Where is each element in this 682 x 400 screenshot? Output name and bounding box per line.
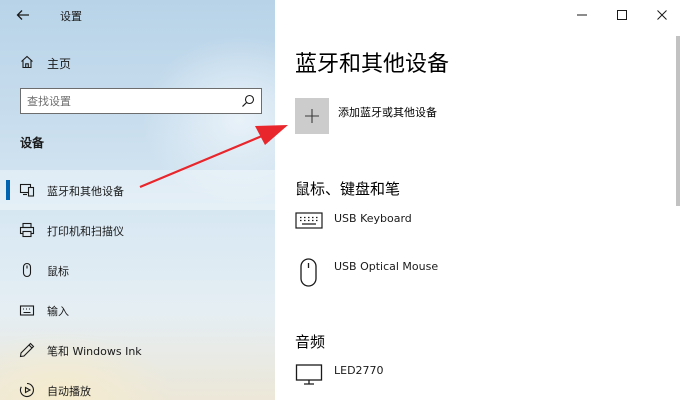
bluetooth-devices-icon — [19, 183, 35, 197]
pen-icon — [19, 342, 35, 358]
window-controls — [562, 0, 682, 30]
back-button[interactable] — [12, 4, 34, 26]
maximize-button[interactable] — [602, 0, 642, 30]
search-icon[interactable] — [241, 94, 255, 108]
nav-item-typing[interactable]: 输入 — [0, 290, 275, 330]
app-title: 设置 — [60, 10, 82, 23]
minimize-icon — [577, 14, 587, 16]
home-icon — [21, 55, 33, 69]
nav-item-label: 输入 — [47, 305, 69, 318]
nav-item-label: 鼠标 — [47, 265, 69, 278]
home-label: 主页 — [47, 57, 72, 71]
keyboard-icon — [295, 212, 323, 229]
nav-item-label: 打印机和扫描仪 — [47, 225, 124, 238]
devices-section-heading: 设备 — [20, 136, 45, 150]
search-box[interactable] — [20, 88, 262, 114]
device-usb-keyboard[interactable]: USB Keyboard — [295, 210, 655, 244]
device-name: LED2770 — [334, 364, 384, 377]
device-name: USB Optical Mouse — [334, 260, 439, 273]
mouse-keyboard-pen-heading: 鼠标、键盘和笔 — [295, 180, 401, 198]
scrollbar[interactable] — [676, 36, 680, 206]
maximize-icon — [617, 10, 627, 20]
device-name: USB Keyboard — [334, 212, 412, 225]
bluetooth-devices-page: 蓝牙和其他设备 添加蓝牙或其他设备 鼠标、键盘和笔 USB Keyboard U… — [275, 0, 682, 400]
printer-icon — [19, 222, 35, 238]
page-title: 蓝牙和其他设备 — [295, 52, 450, 77]
nav-item-label: 笔和 Windows Ink — [47, 345, 142, 358]
nav-item-bluetooth[interactable]: 蓝牙和其他设备 — [0, 170, 275, 210]
close-button[interactable] — [642, 0, 682, 30]
home-nav-item[interactable]: 主页 — [0, 50, 275, 74]
monitor-icon — [295, 364, 323, 385]
add-device-button[interactable]: 添加蓝牙或其他设备 — [295, 98, 595, 136]
keyboard-icon — [19, 305, 35, 316]
device-usb-optical-mouse[interactable]: USB Optical Mouse — [295, 258, 655, 292]
settings-nav-pane: 设置 主页 设备 蓝牙和其他设备 — [0, 0, 275, 400]
nav-item-pen[interactable]: 笔和 Windows Ink — [0, 330, 275, 370]
add-device-label: 添加蓝牙或其他设备 — [338, 106, 437, 119]
plus-icon — [305, 109, 319, 123]
nav-item-mouse[interactable]: 鼠标 — [0, 250, 275, 290]
autoplay-icon — [19, 382, 34, 397]
nav-item-autoplay[interactable]: 自动播放 — [0, 370, 275, 400]
nav-item-printers[interactable]: 打印机和扫描仪 — [0, 210, 275, 250]
minimize-button[interactable] — [562, 0, 602, 30]
device-led2770[interactable]: LED2770 — [295, 362, 655, 396]
add-device-plus-box — [295, 98, 329, 134]
nav-item-label: 蓝牙和其他设备 — [47, 185, 124, 198]
nav-item-label: 自动播放 — [47, 385, 91, 398]
titlebar-left: 设置 — [0, 0, 275, 30]
search-input[interactable] — [21, 90, 231, 112]
mouse-icon — [22, 262, 32, 278]
close-icon — [657, 10, 667, 20]
back-arrow-icon — [16, 10, 29, 20]
mouse-icon — [300, 258, 317, 287]
audio-heading: 音频 — [295, 333, 326, 351]
devices-nav-list: 蓝牙和其他设备 打印机和扫描仪 鼠标 输入 笔和 Windows Ink 自动播… — [0, 170, 275, 400]
